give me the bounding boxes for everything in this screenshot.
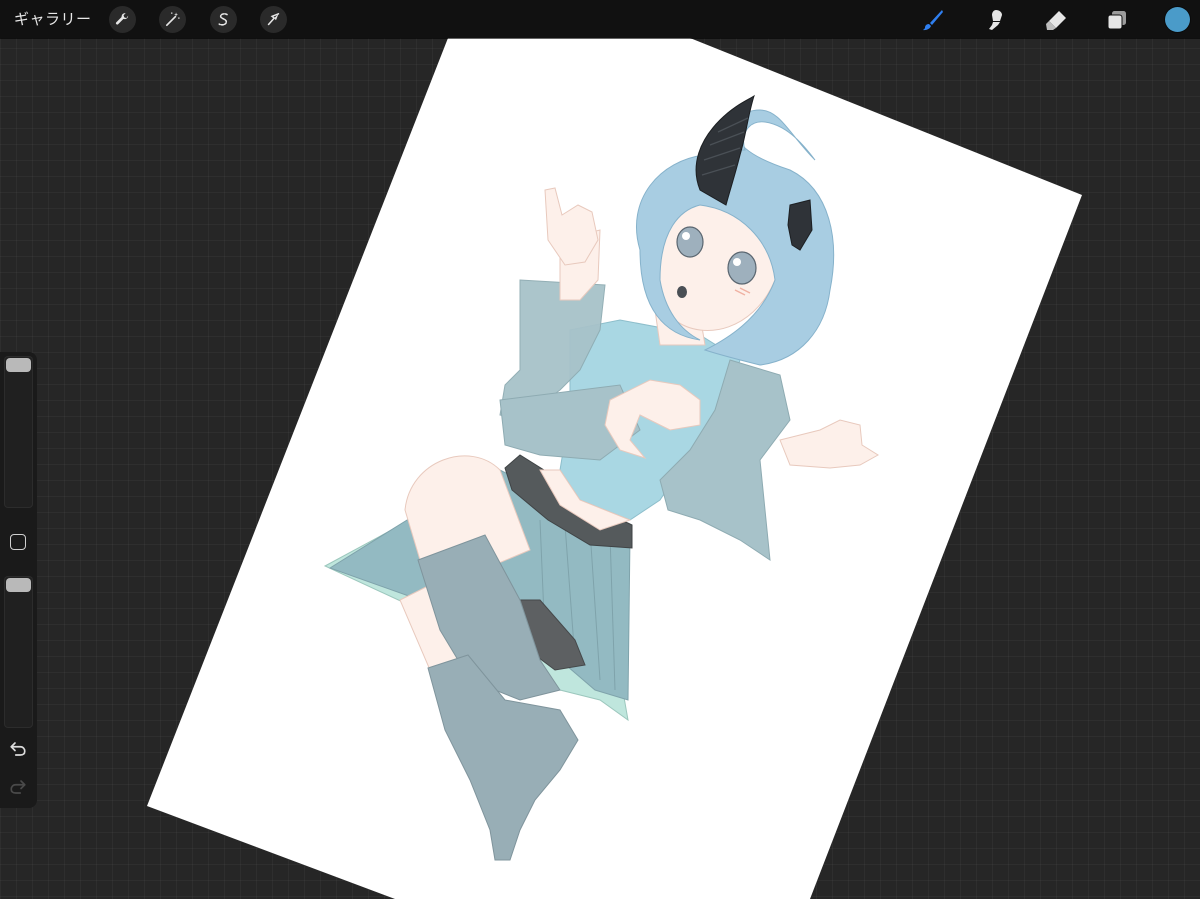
gallery-button[interactable]: ギャラリー <box>14 0 92 38</box>
actions-button[interactable] <box>109 6 136 33</box>
brush-tool-button[interactable] <box>918 5 948 35</box>
brush-icon <box>923 10 943 31</box>
selection-s-icon <box>218 13 228 26</box>
eraser-tool-button[interactable] <box>1041 5 1071 35</box>
smudge-icon <box>989 10 1002 30</box>
wrench-icon <box>115 13 129 25</box>
undo-icon <box>10 742 26 756</box>
top-toolbar: ギャラリー <box>0 0 1200 38</box>
magic-wand-icon <box>165 12 180 27</box>
opacity-thumb[interactable] <box>6 578 31 592</box>
left-eye-highlight <box>682 232 690 240</box>
mouth <box>677 286 687 298</box>
smudge-tool-button[interactable] <box>980 5 1010 35</box>
layers-icon <box>1107 11 1126 30</box>
brush-size-slider[interactable] <box>4 356 33 508</box>
left-eye <box>676 226 704 258</box>
arrow-cursor-icon <box>267 13 280 26</box>
drawing-canvas-area[interactable] <box>0 0 1200 899</box>
canvas-svg[interactable] <box>0 0 1200 899</box>
left-sidebar <box>0 352 37 808</box>
right-eye <box>727 251 757 285</box>
transform-button[interactable] <box>260 6 287 33</box>
layers-button[interactable] <box>1102 5 1132 35</box>
right-eye-highlight <box>733 258 741 266</box>
opacity-slider[interactable] <box>4 576 33 728</box>
color-picker-button[interactable] <box>1165 7 1190 32</box>
redo-button[interactable] <box>7 776 29 798</box>
eraser-icon <box>1046 11 1066 30</box>
selection-button[interactable] <box>210 6 237 33</box>
brush-size-thumb[interactable] <box>6 358 31 372</box>
procreate-app: ギャラリー <box>0 0 1200 899</box>
modify-square-icon[interactable] <box>10 534 26 550</box>
undo-button[interactable] <box>7 738 29 760</box>
adjustments-button[interactable] <box>159 6 186 33</box>
redo-icon <box>10 780 26 794</box>
